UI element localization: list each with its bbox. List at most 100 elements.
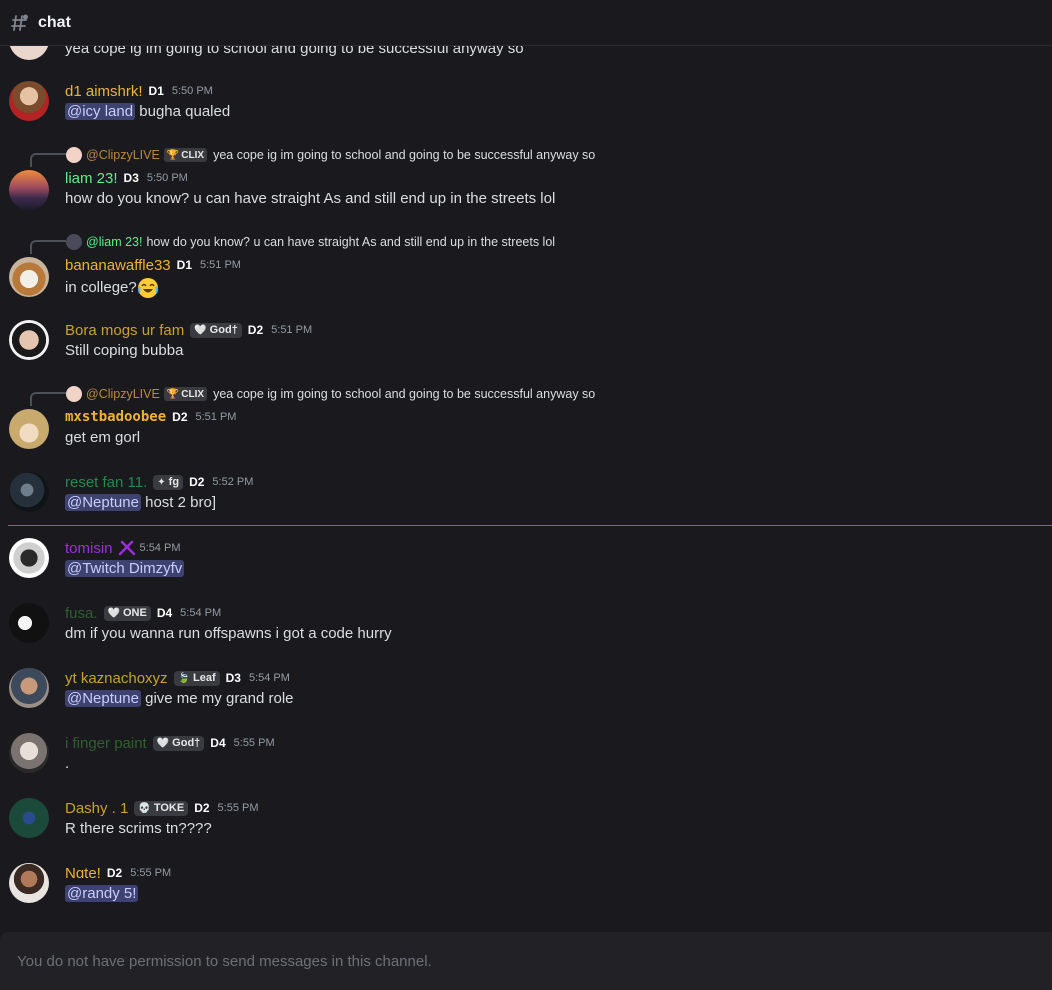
role-tag: 🤍 God† (190, 322, 242, 338)
reply-preview[interactable]: @ClipzyLIVE 🏆 CLIX yea cope ig im going t… (66, 146, 595, 164)
role-tag: 💀 TOKE (134, 800, 189, 816)
avatar[interactable] (9, 798, 49, 838)
mention[interactable]: @icy land (65, 103, 136, 120)
leaf-icon: 🍃 (177, 672, 190, 684)
avatar[interactable] (9, 603, 49, 643)
author-name[interactable]: tomisin (65, 540, 113, 557)
timestamp: 5:50 PM (171, 85, 213, 97)
timestamp: 5:51 PM (200, 259, 241, 271)
message-text: host 2 bro] (140, 494, 216, 511)
division-badge: D1 (176, 258, 192, 272)
avatar[interactable] (9, 46, 49, 60)
avatar[interactable] (9, 472, 49, 512)
author-name[interactable]: fusa. (65, 605, 98, 622)
avatar[interactable] (9, 257, 49, 297)
role-tag: 🤍 God† (152, 735, 205, 751)
division-badge: D2 (106, 866, 123, 880)
avatar[interactable] (9, 538, 49, 578)
timestamp: 5:54 PM (248, 672, 290, 684)
heart-icon: 🤍 (194, 324, 207, 336)
message-list[interactable]: yea cope ig im going to school and going… (0, 46, 1052, 930)
division-badge: D4 (210, 736, 226, 750)
author-name[interactable]: mxstbadoobee (65, 409, 166, 425)
composer-placeholder: You do not have permission to send messa… (17, 952, 432, 970)
message-text: . (65, 755, 70, 772)
message-composer: You do not have permission to send messa… (0, 932, 1052, 990)
mention[interactable]: @Neptune (65, 690, 141, 707)
message-text: get em gorl (65, 429, 141, 446)
author-name[interactable]: d1 aimshrk! (65, 83, 143, 100)
mention[interactable]: @randy 5! (65, 885, 139, 902)
reply-text: how do you know? u can have straight As … (146, 235, 556, 249)
reply-connector (30, 392, 66, 406)
timestamp: 5:51 PM (195, 411, 237, 423)
message-text: Still coping bubba (65, 342, 184, 359)
role-tag: ✦ fg (153, 474, 184, 490)
avatar[interactable] (9, 409, 49, 449)
timestamp: 5:54 PM (139, 542, 181, 554)
reply-author[interactable]: @ClipzyLIVE (86, 148, 160, 162)
author-name[interactable]: yt kaznachoxyz (65, 670, 168, 687)
message-text: in college? (65, 278, 137, 296)
skull-icon: 💀 (138, 802, 151, 814)
reply-preview[interactable]: @ClipzyLIVE 🏆 CLIX yea cope ig im going t… (66, 385, 595, 403)
role-tag: 🍃 Leaf (173, 670, 220, 686)
channel-title: chat (38, 13, 71, 31)
reply-avatar (66, 386, 82, 402)
timestamp: 5:51 PM (271, 324, 313, 336)
timestamp: 5:55 PM (217, 802, 259, 814)
avatar[interactable] (9, 170, 49, 210)
author-name[interactable]: bananawaffle33 (65, 257, 171, 274)
author-name[interactable]: Nɑte! (65, 865, 101, 882)
joy-emoji-icon (137, 278, 158, 298)
mention[interactable]: @Twitch Dimzyfv (65, 560, 185, 577)
message-text: how do you know? u can have straight As … (65, 190, 556, 207)
timestamp: 5:55 PM (233, 737, 275, 749)
reply-connector (30, 153, 66, 167)
reply-author[interactable]: @liam 23! (86, 235, 142, 249)
timestamp: 5:50 PM (146, 172, 188, 184)
trophy-icon: 🏆 (166, 149, 180, 161)
reply-text: yea cope ig im going to school and going… (213, 387, 596, 401)
message-text: give me my grand role (140, 690, 294, 707)
avatar[interactable] (9, 863, 49, 903)
timestamp: 5:52 PM (212, 476, 254, 488)
new-messages-divider (8, 525, 1052, 526)
heart-icon: 🤍 (107, 607, 120, 619)
author-name[interactable]: liam 23! (65, 170, 118, 187)
division-badge: D1 (148, 84, 164, 98)
trophy-icon: 🏆 (166, 388, 180, 400)
author-name[interactable]: Bora mogs ur fam (65, 322, 184, 339)
division-badge: D2 (247, 323, 264, 337)
avatar[interactable] (9, 320, 49, 360)
author-name[interactable]: Dashy . 1 (65, 800, 128, 817)
sparkle-icon: ✦ (157, 476, 166, 488)
timestamp: 5:54 PM (180, 607, 222, 619)
role-tag: 🏆 CLIX (163, 148, 208, 162)
division-badge: D3 (225, 671, 241, 685)
division-badge: D2 (194, 801, 210, 815)
mention[interactable]: @Neptune (65, 494, 141, 511)
message-text: yea cope ig im going to school and going… (65, 46, 524, 57)
hammer-pick-icon (118, 540, 135, 556)
heart-icon: 🤍 (156, 737, 170, 749)
timestamp: 5:55 PM (130, 867, 172, 879)
role-tag: 🤍 ONE (103, 605, 151, 621)
division-badge: D2 (189, 475, 205, 489)
reply-text: yea cope ig im going to school and going… (213, 148, 596, 162)
reply-author[interactable]: @ClipzyLIVE (86, 387, 160, 401)
avatar[interactable] (9, 81, 49, 121)
reply-avatar (66, 147, 82, 163)
message-text: dm if you wanna run offspawns i got a co… (65, 625, 392, 642)
division-badge: D2 (172, 410, 188, 424)
division-badge: D4 (156, 606, 173, 620)
message-text: bugha qualed (135, 103, 231, 120)
division-badge: D3 (123, 171, 139, 185)
author-name[interactable]: i finger paint (65, 735, 147, 752)
role-tag: 🏆 CLIX (163, 387, 208, 401)
avatar[interactable] (9, 668, 49, 708)
avatar[interactable] (9, 733, 49, 773)
author-name[interactable]: reset fan 11. (65, 474, 147, 491)
message-text: R there scrims tn???? (65, 820, 212, 837)
reply-preview[interactable]: @liam 23! how do you know? u can have st… (66, 233, 555, 251)
